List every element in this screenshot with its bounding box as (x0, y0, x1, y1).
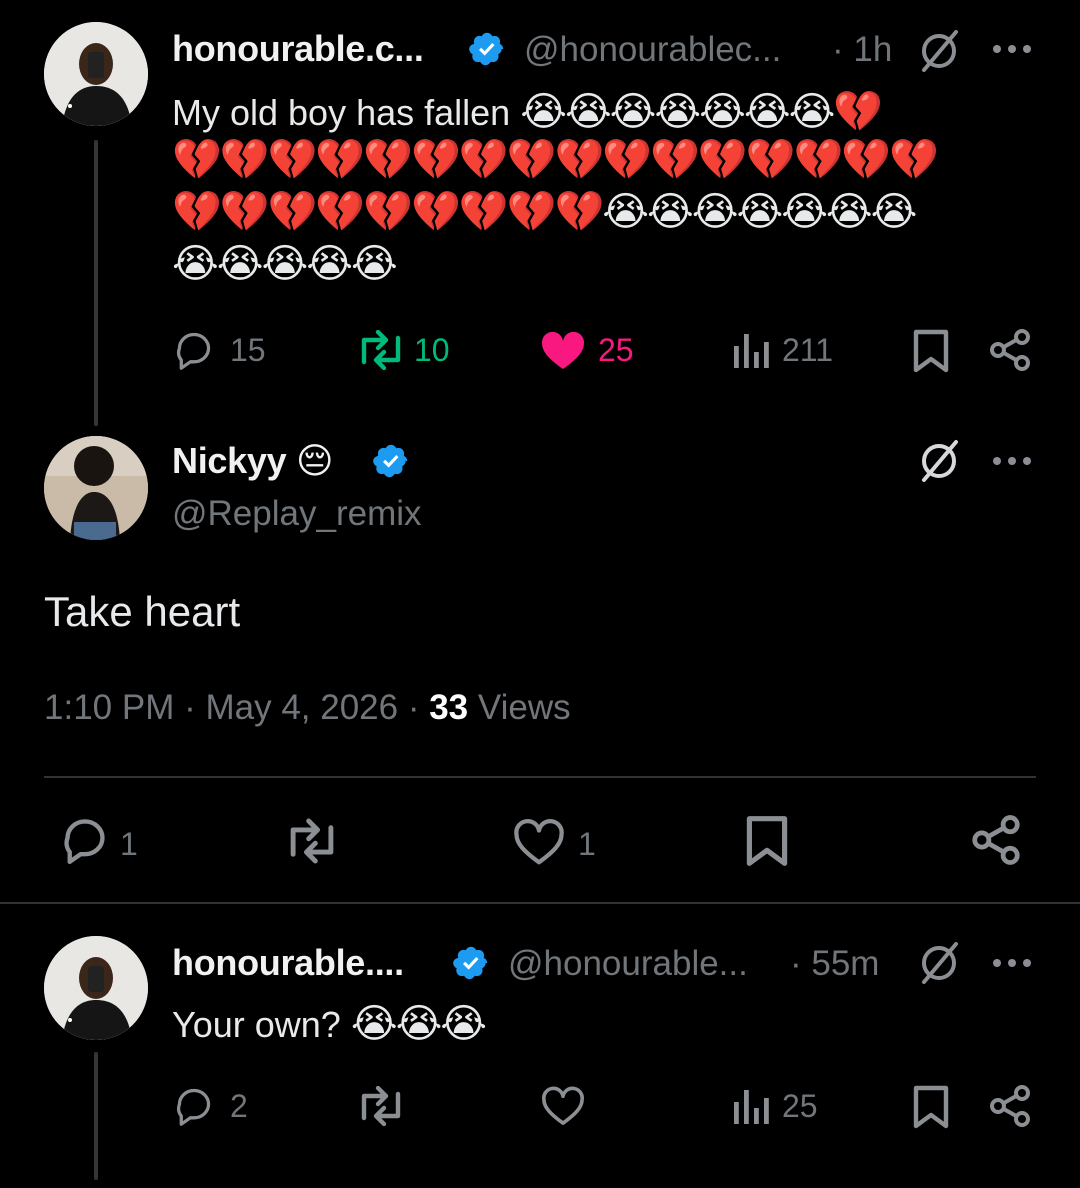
share-icon[interactable] (970, 814, 1022, 866)
views-count: 211 (782, 332, 834, 368)
tweet-emoji-line-4: 😭😭😭😭😭 (172, 241, 398, 287)
tweet-date[interactable]: May 4, 2026 (205, 688, 398, 727)
tweet-emoji: 😭😭😭 (350, 1001, 487, 1047)
tweet-text: Your own? 😭😭😭 (172, 998, 487, 1050)
like-count: 1 (578, 826, 596, 862)
more-icon[interactable] (992, 456, 1032, 466)
divider (44, 776, 1036, 778)
reply-count: 2 (230, 1088, 248, 1124)
author-name[interactable]: honourable.... (172, 942, 404, 984)
grok-icon[interactable] (916, 438, 962, 484)
tweet-emoji-line-1: 😭😭😭😭😭😭😭💔 (520, 89, 883, 135)
views-count: 33 (429, 688, 469, 727)
bookmark-icon[interactable] (912, 328, 950, 374)
divider (0, 902, 1080, 904)
author-handle[interactable]: @Replay_remix (172, 494, 422, 534)
more-icon[interactable] (992, 958, 1032, 968)
avatar[interactable] (44, 936, 148, 1040)
verified-badge-icon (468, 30, 506, 68)
views-icon[interactable] (730, 1086, 770, 1126)
avatar[interactable] (44, 436, 148, 540)
tweet-meta: 1:10 PM · May 4, 2026 · 33 Views (44, 688, 571, 727)
views-icon[interactable] (730, 330, 770, 370)
grok-icon[interactable] (916, 940, 962, 986)
author-name[interactable]: Nickyy 😔 (172, 440, 334, 482)
author-handle[interactable]: @honourablec... (524, 30, 781, 70)
thread-line (94, 140, 98, 426)
repost-icon[interactable] (354, 330, 408, 370)
share-icon[interactable] (988, 328, 1032, 372)
share-icon[interactable] (988, 1084, 1032, 1128)
author-name-emoji: 😔 (296, 440, 334, 481)
author-name-text: Nickyy (172, 440, 287, 481)
verified-badge-icon (452, 944, 490, 982)
more-icon[interactable] (992, 44, 1032, 54)
verified-badge-icon (372, 442, 410, 480)
bookmark-icon[interactable] (912, 1084, 950, 1130)
author-handle[interactable]: @honourable... (508, 944, 748, 984)
tweet-text-body: Your own? (172, 1004, 341, 1045)
avatar[interactable] (44, 22, 148, 126)
like-count: 25 (598, 332, 634, 368)
reply-count: 15 (230, 332, 266, 368)
bookmark-icon[interactable] (744, 814, 790, 868)
tweet-time[interactable]: · 1h (832, 30, 892, 70)
reply-icon[interactable] (58, 816, 112, 864)
like-icon[interactable] (540, 1086, 586, 1126)
tweet-emoji-line-2: 💔💔💔💔💔💔💔💔💔💔💔💔💔💔💔💔 (172, 137, 939, 183)
tweet-text-body: My old boy has fallen (172, 92, 511, 133)
tweet-text: My old boy has fallen 😭😭😭😭😭😭😭💔 (172, 86, 883, 138)
reply-count: 1 (120, 826, 138, 862)
thread-line (94, 1052, 98, 1180)
like-icon[interactable] (512, 818, 566, 866)
like-icon[interactable] (540, 330, 586, 370)
tweet-time[interactable]: 1:10 PM (44, 688, 174, 727)
views-label: Views (477, 688, 571, 727)
reply-icon[interactable] (172, 330, 216, 370)
tweet-emoji-line-3: 💔💔💔💔💔💔💔💔💔😭😭😭😭😭😭😭 (172, 189, 917, 235)
repost-icon[interactable] (354, 1086, 408, 1126)
reply-icon[interactable] (172, 1086, 216, 1126)
repost-icon[interactable] (282, 818, 342, 864)
tweet-text: Take heart (44, 588, 241, 635)
views-count: 25 (782, 1088, 818, 1124)
author-name[interactable]: honourable.c... (172, 28, 424, 70)
grok-icon[interactable] (916, 28, 962, 74)
repost-count: 10 (414, 332, 450, 368)
tweet-time[interactable]: · 55m (790, 944, 879, 984)
